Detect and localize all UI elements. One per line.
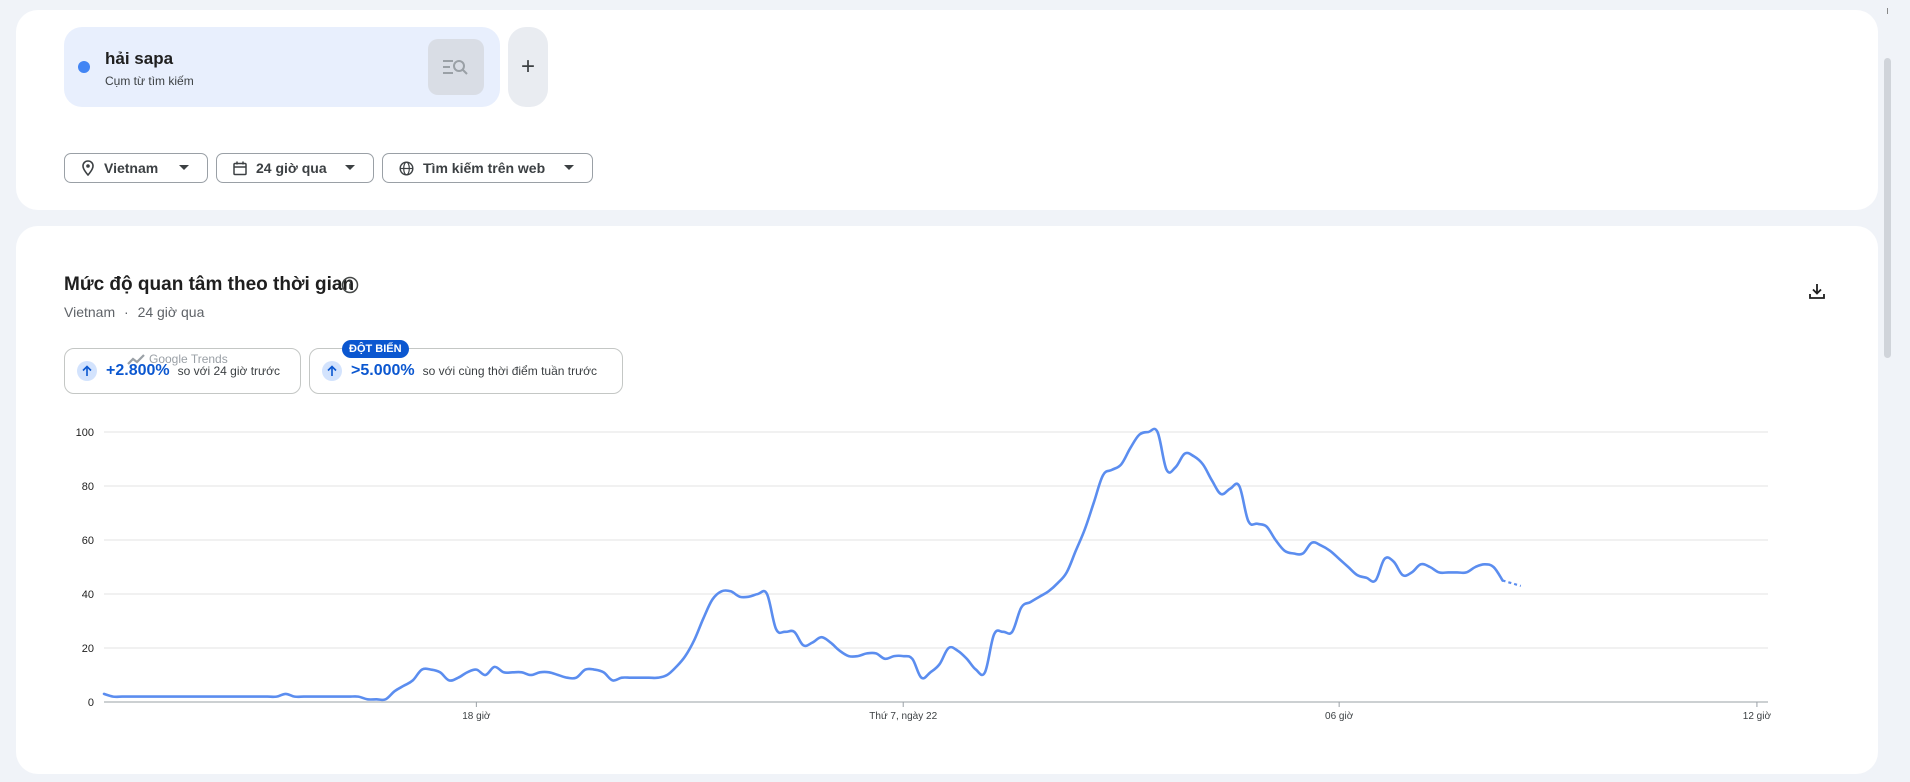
list-search-icon [443,60,468,75]
globe-icon [399,160,414,176]
scrollbar-arrow[interactable] [1887,8,1888,14]
google-trends-watermark: Google Trends [127,352,228,366]
search-property-filter-label: Tìm kiếm trên web [423,160,546,176]
x-tick-label: Thứ 7, ngày 22 [869,711,937,722]
y-tick-label: 60 [82,535,94,547]
search-term-options-button[interactable] [428,39,484,95]
chevron-down-icon [179,165,189,170]
y-tick-label: 80 [82,481,94,493]
search-term-chip[interactable]: hải sapa Cụm từ tìm kiếm [64,27,500,107]
y-tick-label: 40 [82,589,94,601]
search-term-name: hải sapa [105,49,174,68]
y-tick-label: 100 [76,427,94,439]
location-pin-icon [82,160,94,176]
location-filter-label: Vietnam [104,160,159,176]
search-panel: hải sapa Cụm từ tìm kiếm + Vietnam 24 gi… [16,10,1878,210]
trend-icon [127,354,145,365]
y-tick-label: 0 [88,697,94,709]
y-tick-label: 20 [82,643,94,655]
calendar-icon [233,161,247,175]
time-range-filter-label: 24 giờ qua [256,160,327,176]
scrollbar-thumb[interactable] [1884,58,1891,358]
x-tick-label: 12 giờ [1743,711,1772,722]
time-range-filter[interactable]: 24 giờ qua [216,153,374,183]
x-tick-label: 18 giờ [462,711,491,722]
series-color-dot [78,61,90,73]
x-tick-label: 06 giờ [1325,711,1354,722]
chevron-down-icon [345,165,355,170]
interest-over-time-card: Mức độ quan tâm theo thời gian Vietnam ·… [16,226,1878,774]
search-term-type: Cụm từ tìm kiếm [105,74,194,88]
location-filter[interactable]: Vietnam [64,153,208,183]
projected-series-line [1502,579,1522,587]
search-property-filter[interactable]: Tìm kiếm trên web [382,153,593,183]
interest-line-chart: Google Trends 0 20 40 60 80 100 18 giờ Thứ 7, n… [76,352,1772,722]
watermark-text: Google Trends [149,352,228,366]
series-line[interactable] [102,427,1504,702]
chevron-down-icon [564,165,574,170]
add-comparison-button[interactable]: + [508,27,548,107]
